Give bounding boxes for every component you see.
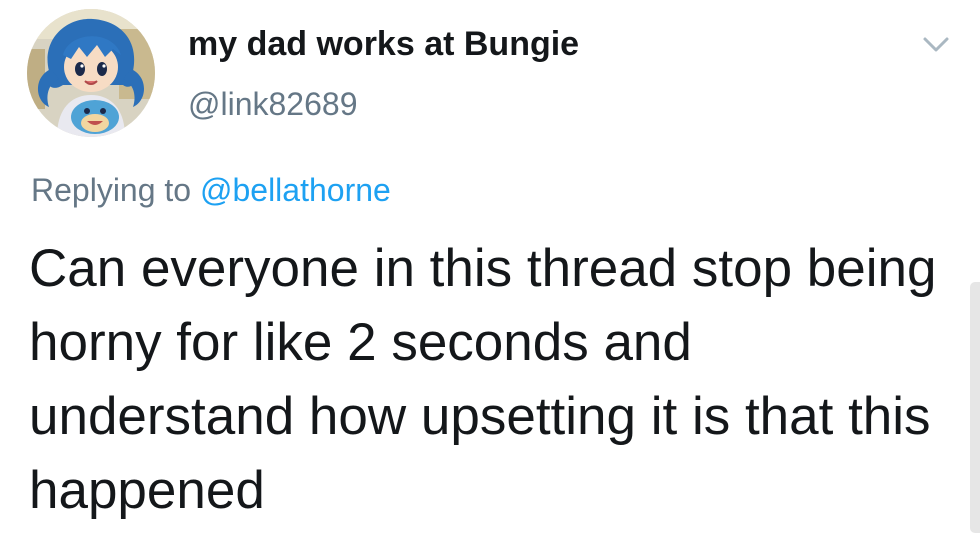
user-handle[interactable]: @link82689	[188, 84, 357, 124]
replying-label: Replying to	[31, 172, 192, 208]
scrollbar-thumb[interactable]	[970, 282, 980, 533]
chevron-down-icon	[923, 37, 949, 52]
reply-mention-link[interactable]: @bellathorne	[200, 172, 391, 208]
more-options-button[interactable]	[918, 30, 954, 60]
tweet-text: Can everyone in this thread stop being h…	[29, 239, 937, 520]
avatar[interactable]	[27, 9, 155, 137]
display-name[interactable]: my dad works at Bungie	[188, 24, 579, 64]
reply-context: Replying to @bellathorne	[31, 170, 391, 210]
avatar-image	[27, 9, 155, 137]
